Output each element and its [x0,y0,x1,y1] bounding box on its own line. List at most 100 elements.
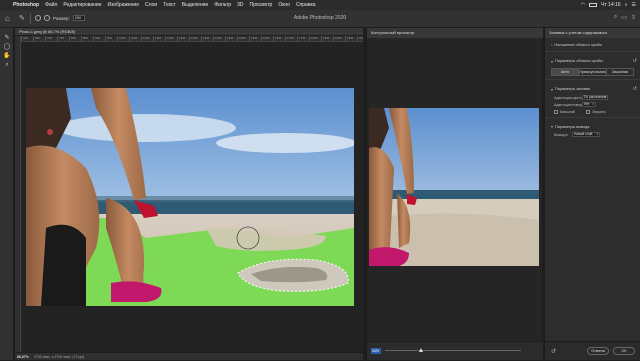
ruler-tick: 900 [93,36,105,41]
ruler-tick: 1150 [153,36,165,41]
ruler-tick: 1350 [201,36,213,41]
mirror-label: Зеркало [592,109,606,114]
cancel-button[interactable]: Отмена [587,347,609,355]
preview-image[interactable] [369,108,539,266]
panel-footer: ↺ Отмена ОК [545,341,640,360]
canvas-area[interactable] [21,42,363,352]
options-bar: ⌂ ✎ Размер: 250 Adobe Photoshop 2020 ⌕ ▭… [0,10,640,28]
ruler-tick: 800 [69,36,81,41]
zoom-slider[interactable] [385,348,521,352]
reset-icon[interactable]: ↺ [633,58,637,64]
beach-photo [26,88,354,306]
ruler-tick: 1500 [237,36,249,41]
brush-tool-icon[interactable]: ✎ [0,34,14,43]
divider [545,79,640,80]
chevron-down-icon: ▾ [551,124,554,129]
document-window: Photo-1.jpeg @ 66,7% (RGB/8) 600 650 700 75… [15,28,363,360]
ruler-tick: 1550 [249,36,261,41]
menu-type[interactable]: Текст [163,2,176,8]
apple-icon[interactable] [3,2,9,8]
menu-view[interactable]: Просмотр [249,2,272,8]
section-fill-label: Параметры заливки [555,87,591,91]
menu-help[interactable]: Справка [296,2,316,8]
section-fill[interactable]: ▾ Параметры заливки ↺ [545,82,640,94]
output-row: Вывод в: Новый слой [545,131,640,138]
rotation-adaptation-label: Адаптация поворота: [554,102,589,107]
ruler-tick: 1400 [213,36,225,41]
sampling-custom-button[interactable]: Заказная [607,69,633,75]
color-adaptation-row: Адаптация цветов: По умолчанию [545,94,640,101]
section-output[interactable]: ▾ Параметры вывода [545,120,640,131]
divider [545,117,640,118]
menu-photoshop[interactable]: Photoshop [13,2,39,8]
sampling-mode-toggle: Авто Прямоугольник Заказная [551,68,634,76]
zoom-slider-thumb[interactable] [419,348,423,352]
preview-title: Контрольный просмотр [367,28,543,38]
output-select[interactable]: Новый слой [572,132,600,137]
preview-panel: Контрольный просмотр 34% [366,28,543,360]
search-icon[interactable]: ⌕ [614,14,617,21]
ruler-tick: 1050 [129,36,141,41]
menu-select[interactable]: Выделение [182,2,209,8]
menu-filter[interactable]: Фильтр [214,2,231,8]
reset-icon[interactable]: ↺ [633,86,637,92]
reset-all-icon[interactable]: ↺ [551,348,556,355]
ruler-tick: 1000 [117,36,129,41]
preview-zoom-input[interactable]: 34% [371,348,381,354]
ruler-tick: 600 [21,36,33,41]
menu-edit[interactable]: Редактирование [63,2,101,8]
ruler-tick: 1800 [309,36,321,41]
output-label: Вывод в: [554,132,569,137]
menu-layer[interactable]: Слои [145,2,157,8]
panel-title: Заливка с учетом содержимого [545,28,640,38]
zoom-level[interactable]: 66,67% [17,355,29,359]
tools-panel: ✎ ◯ ✋ ⌕ [0,28,14,360]
ruler-tick: 1600 [261,36,273,41]
section-overlay-label: Наложение области пробы [554,42,602,47]
section-sampling[interactable]: ▾ Параметры области пробы ↺ [545,54,640,66]
document-tab[interactable]: Photo-1.jpeg @ 66,7% (RGB/8) [15,28,363,36]
ruler-tick: 650 [33,36,45,41]
ok-button[interactable]: ОК [613,347,635,355]
rotation-adaptation-select[interactable]: Нет [582,102,596,107]
app-title: Adobe Photoshop 2020 [293,15,347,21]
menu-list-icon[interactable]: ☰ [632,2,636,8]
menu-window[interactable]: Окно [278,2,290,8]
content-aware-fill-panel: Заливка с учетом содержимого › Наложение… [544,28,640,360]
mirror-checkbox[interactable] [586,109,590,114]
divider [545,51,640,52]
preview-footer: 34% [367,341,543,360]
section-overlay[interactable]: › Наложение области пробы [545,38,640,49]
zoom-in-icon[interactable] [527,347,533,354]
sampling-rectangle-button[interactable]: Прямоугольник [579,69,607,75]
chevron-down-icon: ▾ [551,86,554,92]
wifi-icon[interactable]: ◠ [581,2,585,8]
document-photo[interactable] [26,88,354,306]
ruler-tick: 1200 [165,36,177,41]
menu-bar: Photoshop Файл Редактирование Изображени… [0,0,640,10]
search-icon[interactable]: ⌕ [625,2,628,8]
zoom-tool-icon[interactable]: ⌕ [0,61,14,70]
clock[interactable]: Чт 14:16 [601,2,621,8]
ruler-tick: 1100 [141,36,153,41]
menu-file[interactable]: Файл [45,2,57,8]
share-icon[interactable]: ⇪ [631,14,636,21]
ruler-tick: 2000 [357,36,363,41]
ruler-tick: 1300 [189,36,201,41]
hand-tool-icon[interactable]: ✋ [0,52,14,61]
section-sampling-label: Параметры области пробы [555,59,603,63]
status-icons: ◠ Чт 14:16 ⌕ ☰ [581,2,640,8]
sampling-auto-button[interactable]: Авто [552,69,580,75]
doc-info: 3700 пикс. x 2700 пикс. (72 ppi) [33,355,85,359]
scale-label: Масштаб [560,109,575,114]
color-adaptation-select[interactable]: По умолчанию [582,95,608,100]
menu-image[interactable]: Изображение [108,2,140,8]
battery-icon[interactable] [589,3,598,7]
ruler-tick: 1850 [321,36,333,41]
scale-mirror-row: Масштаб Зеркало [545,108,640,115]
menu-3d[interactable]: 3D [237,2,243,8]
lasso-tool-icon[interactable]: ◯ [0,43,14,52]
scale-checkbox[interactable] [554,109,558,114]
ruler-tick: 1450 [225,36,237,41]
workspace-icon[interactable]: ▭ [621,14,627,21]
